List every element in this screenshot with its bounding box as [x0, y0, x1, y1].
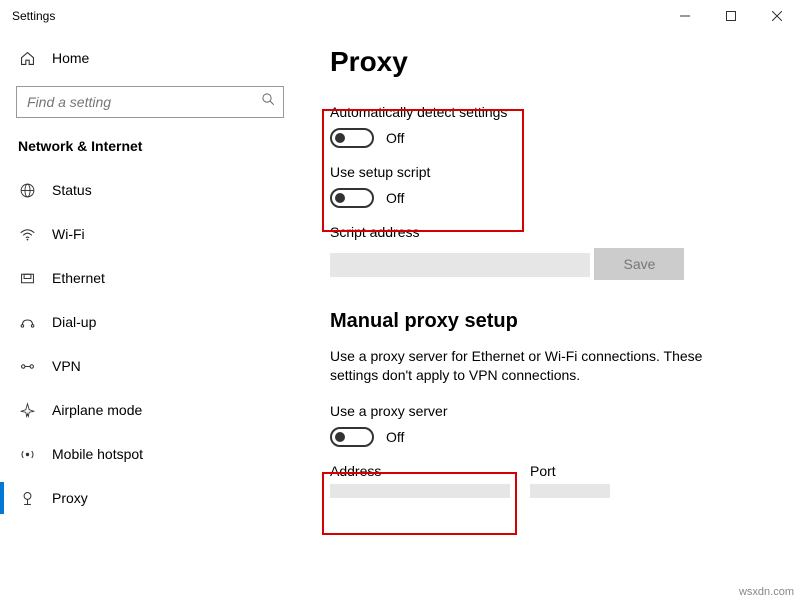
sidebar-item-status[interactable]: Status [0, 168, 300, 212]
sidebar-item-airplane[interactable]: Airplane mode [0, 388, 300, 432]
setup-script-label: Use setup script [330, 164, 776, 180]
script-address-input[interactable] [330, 253, 590, 277]
content: Home Network & Internet Status Wi-Fi [0, 32, 800, 602]
use-proxy-toggle-row: Off [330, 427, 776, 447]
address-col: Address [330, 463, 510, 501]
script-address-label: Script address [330, 224, 776, 240]
manual-section-title: Manual proxy setup [330, 310, 776, 333]
manual-section-desc: Use a proxy server for Ethernet or Wi-Fi… [330, 347, 750, 385]
search-input[interactable] [16, 86, 284, 118]
sidebar-item-label: Wi-Fi [52, 226, 85, 242]
auto-detect-toggle-row: Off [330, 128, 776, 148]
sidebar: Home Network & Internet Status Wi-Fi [0, 32, 300, 602]
setup-script-toggle-row: Off [330, 188, 776, 208]
use-proxy-label: Use a proxy server [330, 403, 776, 419]
hotspot-icon [18, 446, 36, 463]
proxy-icon [18, 490, 36, 507]
sidebar-item-proxy[interactable]: Proxy [0, 476, 300, 520]
page-title: Proxy [330, 46, 776, 78]
sidebar-item-label: Ethernet [52, 270, 105, 286]
close-button[interactable] [754, 0, 800, 32]
sidebar-home[interactable]: Home [0, 38, 300, 78]
main-panel: Proxy Automatically detect settings Off … [300, 32, 800, 602]
use-proxy-state: Off [386, 429, 404, 445]
port-col: Port [530, 463, 610, 501]
airplane-icon [18, 402, 36, 419]
vpn-icon [18, 358, 36, 375]
address-port-row: Address Port [330, 463, 776, 501]
window-title: Settings [12, 9, 662, 23]
home-icon [18, 50, 36, 67]
window-controls [662, 0, 800, 32]
port-input[interactable] [530, 484, 610, 498]
ethernet-icon [18, 270, 36, 287]
auto-detect-label: Automatically detect settings [330, 104, 776, 120]
address-label: Address [330, 463, 510, 479]
sidebar-item-ethernet[interactable]: Ethernet [0, 256, 300, 300]
wifi-icon [18, 226, 36, 243]
save-button[interactable]: Save [594, 248, 684, 280]
search-wrap [16, 86, 284, 118]
sidebar-item-label: Airplane mode [52, 402, 142, 418]
search-icon [261, 92, 276, 112]
sidebar-item-label: Dial-up [52, 314, 96, 330]
globe-icon [18, 182, 36, 199]
auto-detect-state: Off [386, 130, 404, 146]
port-label: Port [530, 463, 610, 479]
setup-script-state: Off [386, 190, 404, 206]
nav-list: Status Wi-Fi Ethernet Dial-up [0, 168, 300, 520]
setup-script-toggle[interactable] [330, 188, 374, 208]
dialup-icon [18, 314, 36, 331]
sidebar-item-label: Proxy [52, 490, 88, 506]
sidebar-item-hotspot[interactable]: Mobile hotspot [0, 432, 300, 476]
auto-detect-toggle[interactable] [330, 128, 374, 148]
sidebar-item-label: VPN [52, 358, 81, 374]
home-label: Home [52, 50, 89, 66]
sidebar-item-dialup[interactable]: Dial-up [0, 300, 300, 344]
sidebar-item-wifi[interactable]: Wi-Fi [0, 212, 300, 256]
sidebar-item-label: Mobile hotspot [52, 446, 143, 462]
minimize-button[interactable] [662, 0, 708, 32]
maximize-button[interactable] [708, 0, 754, 32]
titlebar: Settings [0, 0, 800, 32]
watermark: wsxdn.com [739, 586, 794, 598]
address-input[interactable] [330, 484, 510, 498]
sidebar-item-vpn[interactable]: VPN [0, 344, 300, 388]
category-title: Network & Internet [0, 134, 300, 168]
use-proxy-toggle[interactable] [330, 427, 374, 447]
sidebar-item-label: Status [52, 182, 92, 198]
